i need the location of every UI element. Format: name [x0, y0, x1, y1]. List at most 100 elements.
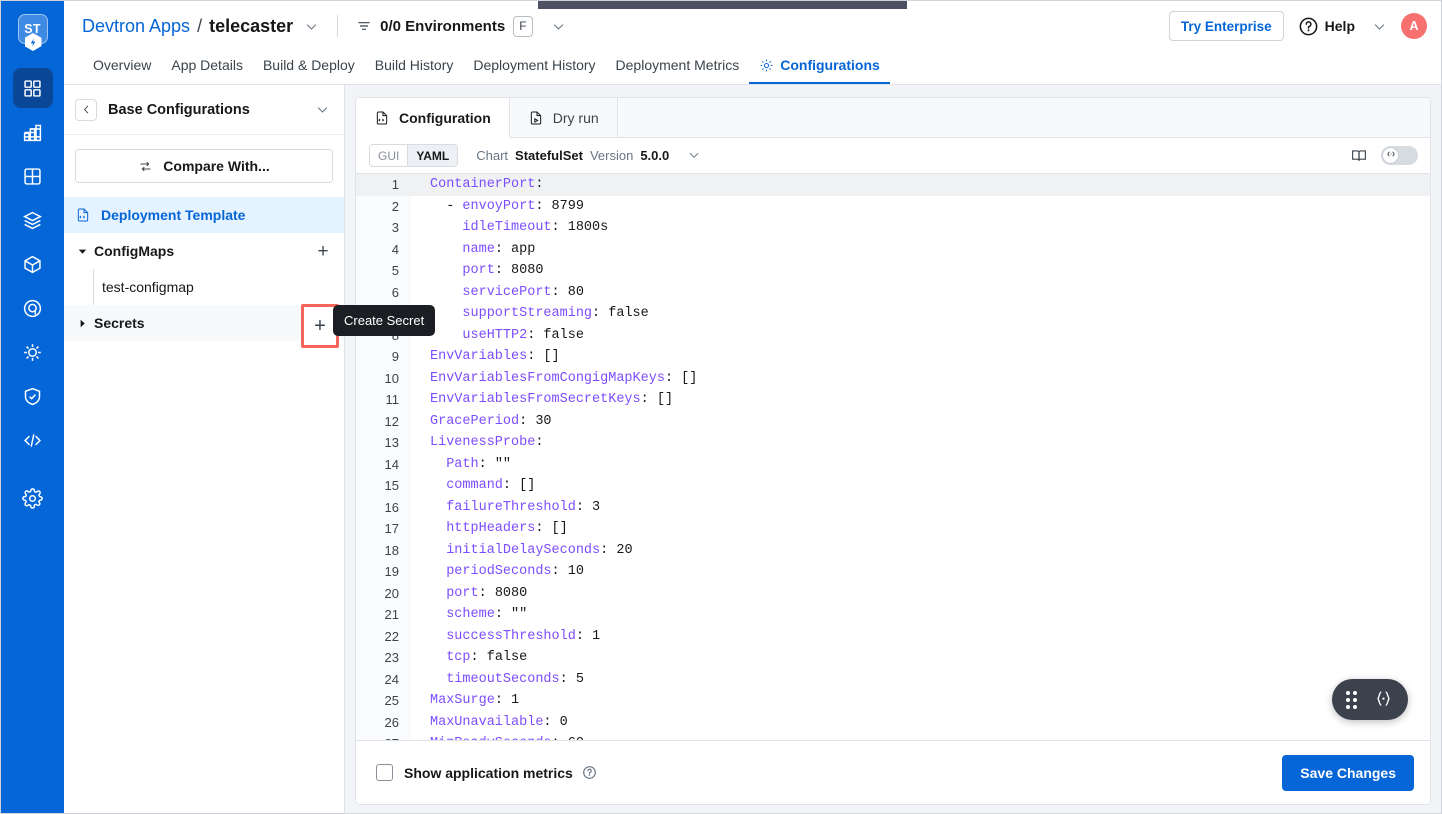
target-icon [23, 299, 42, 317]
cube-icon [24, 255, 41, 273]
rail-item-settings[interactable] [13, 478, 53, 518]
chart-version-value: 5.0.0 [640, 148, 670, 163]
line-number: 11 [385, 392, 400, 407]
rail-item-helm-wheel[interactable] [13, 332, 53, 372]
line-text: timeoutSeconds: 5 [446, 671, 584, 687]
show-application-metrics-checkbox[interactable] [376, 764, 393, 781]
code-line: 14 Path: "" [356, 454, 1430, 476]
sidebar-group-secrets[interactable]: Secrets + [64, 304, 344, 348]
filter-lines-icon [358, 22, 370, 30]
caret-down-icon [75, 247, 89, 256]
line-number: 27 [356, 733, 411, 740]
app-switcher-chevron-down-icon[interactable] [304, 19, 319, 34]
environment-filter[interactable]: 0/0 Environments F [356, 15, 533, 37]
save-changes-button[interactable]: Save Changes [1282, 754, 1414, 791]
gear-icon [22, 487, 43, 509]
code-line: 2 - envoyPort: 8799 [356, 196, 1430, 218]
create-secret-tooltip: Create Secret [333, 305, 436, 336]
code-line: 20 port: 8080 [356, 583, 1430, 605]
editor-code-area[interactable]: 1 ContainerPort: 2 - envoyPort: 8799 3 idle… [356, 174, 1430, 740]
environment-shortcut-badge: F [513, 15, 533, 37]
compare-with-button[interactable]: Compare With... [75, 149, 333, 183]
help-menu[interactable]: Help [1298, 16, 1387, 37]
breadcrumb-separator: / [197, 15, 203, 36]
line-text: useHTTP2: false [462, 327, 584, 343]
line-text: idleTimeout: 1800s [462, 220, 609, 235]
tab-app-details[interactable]: App Details [161, 57, 253, 84]
sidebar-item-deployment-template[interactable]: Deployment Template [64, 197, 344, 233]
sidebar-group-configmaps[interactable]: ConfigMaps + [64, 233, 344, 269]
caret-right-icon [75, 319, 89, 328]
header-divider [337, 15, 339, 37]
metrics-help-button[interactable] [582, 765, 597, 780]
editor-toolbar: GUI YAML Chart StatefulSet Version 5.0.0 [356, 138, 1430, 174]
question-circle-icon [582, 766, 596, 779]
readme-button[interactable] [1350, 147, 1368, 165]
rail-item-shield-check[interactable] [13, 376, 53, 416]
editor-floating-toolbar[interactable] [1332, 679, 1408, 720]
try-enterprise-button[interactable]: Try Enterprise [1168, 11, 1284, 41]
line-text: scheme: "" [446, 607, 528, 622]
configuration-tabs: Configuration Dry run [356, 98, 1430, 138]
tab-deployment-metrics-label: Deployment Metrics [615, 57, 740, 73]
line-number: 10 [384, 370, 399, 386]
tab-dry-run[interactable]: Dry run [509, 98, 618, 137]
tab-deployment-history[interactable]: Deployment History [463, 57, 605, 84]
code-brackets-icon [24, 433, 41, 447]
compare-with-label: Compare With... [163, 158, 270, 174]
collapse-sidebar-button[interactable] [75, 98, 97, 121]
bolt-icon [30, 37, 35, 47]
layers-stack-icon [22, 211, 43, 229]
line-number: 6 [391, 284, 399, 300]
rail-item-code-brackets[interactable] [13, 420, 53, 460]
add-configmap-button[interactable]: + [312, 240, 334, 262]
line-number: 16 [384, 499, 399, 515]
rail-item-chart-bars[interactable] [13, 112, 53, 152]
tab-configurations[interactable]: Configurations [749, 57, 890, 84]
line-text: - envoyPort: 8799 [430, 198, 584, 214]
rail-item-layers-stack[interactable] [13, 200, 53, 240]
yaml-editor[interactable]: 1 ContainerPort: 2 - envoyPort: 8799 3 idle… [356, 174, 1430, 740]
helm-wheel-icon [24, 343, 41, 361]
drag-dots-icon[interactable] [1346, 690, 1357, 709]
mode-gui-button[interactable]: GUI [370, 145, 408, 166]
chart-version-chevron-down-icon[interactable] [687, 148, 702, 163]
line-text: port: 8080 [446, 585, 528, 601]
line-text: MaxSurge: 1 [430, 693, 520, 708]
sidebar-chevron-down-icon[interactable] [315, 102, 330, 117]
rail-item-cube[interactable] [13, 244, 53, 284]
line-text: Path: "" [446, 456, 512, 472]
secrets-label: Secrets [94, 315, 145, 331]
rail-item-target[interactable] [13, 288, 53, 328]
code-line: 1 ContainerPort: [356, 174, 1430, 196]
breadcrumb-devtron-apps[interactable]: Devtron Apps [82, 16, 190, 37]
code-line: 17 httpHeaders: [] [356, 518, 1430, 540]
tab-configuration[interactable]: Configuration [356, 98, 510, 138]
tab-overview[interactable]: Overview [83, 57, 161, 84]
rail-item-list [12, 68, 53, 522]
tab-build-deploy-label: Build & Deploy [262, 57, 355, 73]
line-number: 13 [384, 435, 399, 450]
version-key-label: Version [589, 148, 634, 163]
code-line: 11 EnvVariablesFromSecretKeys: [] [356, 389, 1430, 411]
braces-icon[interactable] [1373, 689, 1394, 710]
code-line: 21 scheme: "" [356, 604, 1430, 626]
avatar[interactable]: A [1401, 13, 1427, 39]
rail-item-apps-grid[interactable] [12, 68, 53, 108]
environment-chevron-down-icon[interactable] [551, 19, 566, 34]
devtron-logo[interactable]: ST [14, 14, 52, 54]
code-line: 3 idleTimeout: 1800s [356, 217, 1430, 239]
braces-icon [1382, 147, 1399, 164]
question-circle-icon [1299, 17, 1318, 35]
editor-vertical-scrollbar[interactable] [1421, 174, 1430, 740]
line-text: EnvVariables: [] [430, 349, 560, 364]
compare-mode-toggle[interactable] [1381, 146, 1418, 165]
tab-build-history[interactable]: Build History [365, 57, 464, 84]
list-item-configmap[interactable]: test-configmap [64, 269, 344, 305]
tab-deployment-metrics[interactable]: Deployment Metrics [606, 57, 750, 84]
rail-item-grid-squares[interactable] [13, 156, 53, 196]
tab-build-deploy[interactable]: Build & Deploy [253, 57, 365, 84]
chart-bars-icon [23, 124, 42, 141]
mode-yaml-button[interactable]: YAML [407, 145, 458, 166]
code-line: 13 LivenessProbe: [356, 432, 1430, 454]
